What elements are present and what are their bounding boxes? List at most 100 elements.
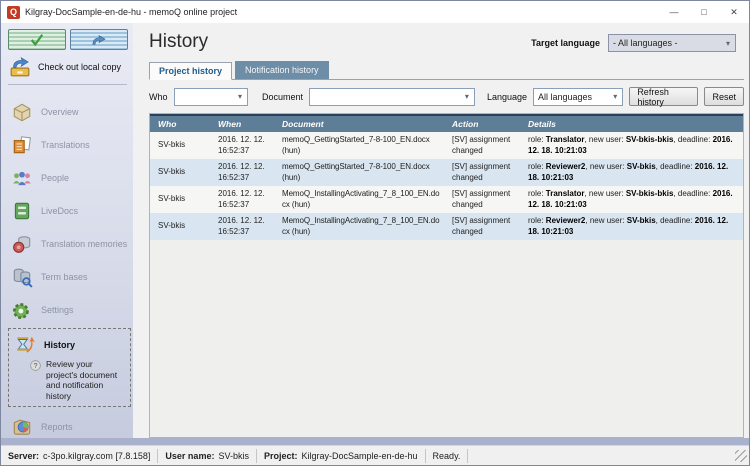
column-header-document[interactable]: Document [274, 116, 444, 132]
cell-details: role: Reviewer2, new user: SV-bkis, dead… [520, 160, 743, 185]
statusbar: Server: c-3po.kilgray.com [7.8.158] User… [1, 445, 749, 465]
table-row[interactable]: SV-bkis 2016. 12. 12. 16:52:37 MemoQ_Ins… [150, 186, 743, 213]
package-icon [10, 101, 34, 123]
column-header-when[interactable]: When [210, 116, 274, 132]
table-header: Who When Document Action Details [150, 114, 743, 132]
sidebar: Check out local copy Overview Translatio… [1, 23, 133, 438]
history-tabs: Project history Notification history [149, 61, 744, 80]
sidebar-item-label: Reports [41, 422, 73, 432]
cell-document: memoQ_GettingStarted_7-8-100_EN.docx (hu… [274, 160, 444, 185]
cell-who: SV-bkis [150, 165, 210, 179]
filter-bar: Who ▾ Document ▾ Language All languages … [149, 87, 744, 106]
tab-notification-history[interactable]: Notification history [235, 61, 329, 79]
sidebar-item-label: Overview [41, 107, 79, 117]
tab-project-history[interactable]: Project history [149, 62, 232, 80]
statusbar-project: Project: Kilgray-DocSample-en-de-hu [257, 449, 426, 463]
table-row[interactable]: SV-bkis 2016. 12. 12. 16:52:37 MemoQ_Ins… [150, 213, 743, 240]
gear-icon [10, 299, 34, 321]
sidebar-item-term-bases[interactable]: Term bases [8, 260, 131, 293]
window-frame-bottom [1, 438, 749, 445]
checkmark-icon [28, 33, 46, 47]
table-row[interactable]: SV-bkis 2016. 12. 12. 16:52:37 memoQ_Get… [150, 159, 743, 186]
cell-action: [SV] assignment changed [444, 214, 520, 239]
titlebar: Q Kilgray-DocSample-en-de-hu - memoQ onl… [1, 1, 749, 23]
sidebar-item-people[interactable]: People [8, 161, 131, 194]
main-panel: History Target language - All languages … [133, 23, 749, 438]
document-combobox[interactable]: ▾ [309, 88, 475, 106]
sidebar-item-label: LiveDocs [41, 206, 78, 216]
who-label: Who [149, 92, 168, 102]
memory-db-icon [10, 233, 34, 255]
svg-text:?: ? [34, 362, 38, 370]
statusbar-ready: Ready. [426, 449, 469, 463]
chevron-down-icon: ▾ [721, 39, 735, 48]
cabinet-icon [10, 200, 34, 222]
close-button[interactable]: ✕ [719, 1, 749, 23]
resize-grip[interactable] [735, 450, 747, 462]
sidebar-item-reports[interactable]: Reports [8, 411, 131, 439]
term-db-icon [10, 266, 34, 288]
drawer-checkout-icon [8, 56, 32, 78]
pie-chart-icon [10, 416, 34, 438]
sidebar-item-label: Translations [41, 140, 90, 150]
minimize-button[interactable]: — [659, 1, 689, 23]
cell-action: [SV] assignment changed [444, 160, 520, 185]
cell-action: [SV] assignment changed [444, 187, 520, 212]
cell-who: SV-bkis [150, 219, 210, 233]
sidebar-item-livedocs[interactable]: LiveDocs [8, 194, 131, 227]
hourglass-icon [13, 334, 37, 356]
sidebar-selected-item-box: History ? Review your project's document… [8, 328, 131, 407]
memoq-online-project-window: Q Kilgray-DocSample-en-de-hu - memoQ onl… [0, 0, 750, 466]
language-select[interactable]: All languages ▾ [533, 88, 623, 106]
sidebar-item-label: People [41, 173, 69, 183]
maximize-button[interactable]: □ [689, 1, 719, 23]
table-row[interactable]: SV-bkis 2016. 12. 12. 16:52:37 memoQ_Get… [150, 132, 743, 159]
refresh-history-button[interactable]: Refresh history [629, 87, 698, 106]
sidebar-item-translations[interactable]: Translations [8, 128, 131, 161]
documents-icon [10, 134, 34, 156]
reset-button[interactable]: Reset [704, 87, 744, 106]
sidebar-toolbar [8, 29, 131, 50]
cell-when: 2016. 12. 12. 16:52:37 [210, 214, 274, 239]
help-icon: ? [29, 359, 42, 372]
sidebar-divider [8, 84, 127, 85]
column-header-action[interactable]: Action [444, 116, 520, 132]
cell-details: role: Reviewer2, new user: SV-bkis, dead… [520, 214, 743, 239]
statusbar-username: User name: SV-bkis [158, 449, 257, 463]
page-title: History [149, 31, 208, 53]
who-combobox[interactable]: ▾ [174, 88, 249, 106]
sidebar-item-translation-memories[interactable]: Translation memories [8, 227, 131, 260]
cell-details: role: Translator, new user: SV-bkis-bkis… [520, 187, 743, 212]
statusbar-server: Server: c-3po.kilgray.com [7.8.158] [1, 449, 158, 463]
chevron-down-icon: ▾ [233, 92, 247, 101]
history-description: ? Review your project's document and not… [11, 359, 128, 402]
sidebar-item-label: Translation memories [41, 239, 127, 249]
commit-button[interactable] [8, 29, 66, 50]
people-icon [10, 167, 34, 189]
cell-document: MemoQ_InstallingActivating_7_8_100_EN.do… [274, 187, 444, 212]
checkout-label: Check out local copy [38, 62, 121, 72]
checkout-toolbar-button[interactable] [70, 29, 128, 50]
checkout-arrow-icon [90, 33, 108, 47]
cell-document: memoQ_GettingStarted_7-8-100_EN.docx (hu… [274, 133, 444, 158]
target-language-label: Target language [531, 38, 600, 48]
sidebar-item-label: Term bases [41, 272, 88, 282]
check-out-local-copy[interactable]: Check out local copy [8, 56, 131, 78]
cell-who: SV-bkis [150, 192, 210, 206]
history-table: Who When Document Action Details SV-bkis… [149, 113, 744, 438]
target-language-select[interactable]: - All languages - ▾ [608, 34, 736, 52]
cell-details: role: Translator, new user: SV-bkis-bkis… [520, 133, 743, 158]
sidebar-item-settings[interactable]: Settings [8, 293, 131, 326]
history-description-text: Review your project's document and notif… [46, 359, 124, 402]
chevron-down-icon: ▾ [460, 92, 474, 101]
column-header-who[interactable]: Who [150, 116, 210, 132]
memoq-app-icon: Q [7, 6, 20, 19]
column-header-details[interactable]: Details [520, 116, 743, 132]
target-language-value: - All languages - [613, 38, 678, 48]
language-label: Language [487, 92, 527, 102]
sidebar-item-overview[interactable]: Overview [8, 95, 131, 128]
cell-action: [SV] assignment changed [444, 133, 520, 158]
cell-when: 2016. 12. 12. 16:52:37 [210, 133, 274, 158]
sidebar-item-history[interactable]: History [11, 331, 128, 359]
sidebar-item-label: History [44, 340, 75, 350]
